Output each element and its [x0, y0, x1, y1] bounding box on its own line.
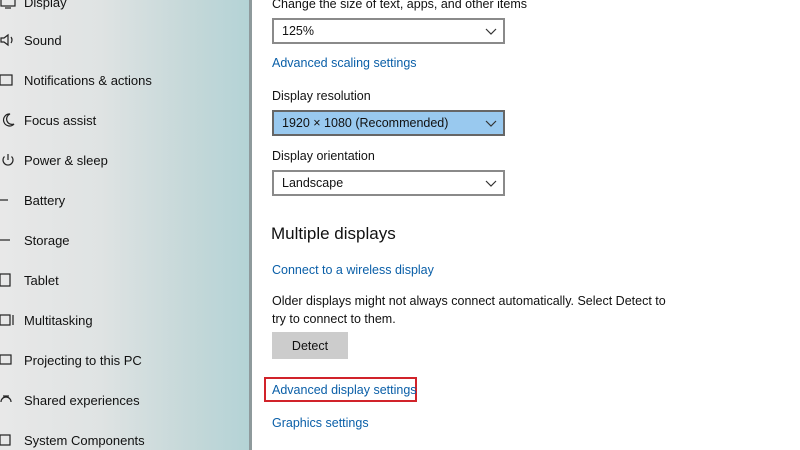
settings-sidebar: Display Sound Notifications & actions Fo…: [0, 0, 252, 450]
sidebar-item-power-sleep[interactable]: Power & sleep: [0, 140, 248, 180]
sidebar-item-label: Tablet: [24, 272, 59, 288]
sidebar-item-label: Storage: [24, 232, 70, 248]
sidebar-item-label: Focus assist: [24, 112, 97, 128]
scale-dropdown[interactable]: 125%: [272, 18, 505, 44]
sidebar-item-label: Notifications & actions: [24, 72, 152, 88]
multitasking-icon: [0, 312, 16, 328]
chevron-down-icon: [485, 28, 497, 35]
sidebar-item-shared-experiences[interactable]: Shared experiences: [0, 380, 248, 420]
components-icon: [0, 432, 16, 448]
chevron-down-icon: [485, 120, 497, 127]
orientation-dropdown[interactable]: Landscape: [272, 170, 505, 196]
graphics-settings-link[interactable]: Graphics settings: [272, 416, 369, 430]
multiple-displays-heading: Multiple displays: [271, 224, 396, 243]
sidebar-item-label: Sound: [24, 32, 62, 48]
sidebar-item-label: Shared experiences: [24, 392, 140, 408]
sidebar-item-label: System Components: [24, 432, 145, 448]
sidebar-item-label: Battery: [24, 192, 66, 208]
projector-icon: [0, 352, 16, 368]
orientation-value: Landscape: [282, 176, 344, 190]
sidebar-item-tablet[interactable]: Tablet: [0, 260, 248, 300]
sidebar-item-storage[interactable]: Storage: [0, 220, 248, 260]
monitor-icon: [0, 0, 16, 10]
sidebar-item-label: Display: [24, 0, 67, 10]
storage-icon: [0, 232, 16, 248]
sidebar-item-system-components[interactable]: System Components: [0, 420, 248, 450]
settings-main-panel: Change the size of text, apps, and other…: [252, 0, 800, 450]
advanced-scaling-link[interactable]: Advanced scaling settings: [272, 56, 417, 70]
moon-icon: [0, 112, 16, 128]
notification-icon: [0, 72, 16, 88]
resolution-label: Display resolution: [272, 89, 371, 103]
tablet-icon: [0, 272, 16, 288]
detect-button[interactable]: Detect: [272, 332, 348, 359]
wireless-display-link[interactable]: Connect to a wireless display: [272, 263, 434, 277]
battery-icon: [0, 192, 16, 208]
resolution-dropdown[interactable]: 1920 × 1080 (Recommended): [272, 110, 505, 136]
advanced-display-settings-link[interactable]: Advanced display settings: [272, 383, 417, 397]
sidebar-item-label: Projecting to this PC: [24, 352, 142, 368]
power-icon: [0, 152, 16, 168]
sidebar-item-notifications[interactable]: Notifications & actions: [0, 60, 248, 100]
sidebar-item-label: Power & sleep: [24, 152, 108, 168]
speaker-icon: [0, 32, 16, 48]
detect-description: Older displays might not always connect …: [272, 294, 666, 326]
sidebar-item-focus-assist[interactable]: Focus assist: [0, 100, 248, 140]
sidebar-item-label: Multitasking: [24, 312, 93, 328]
sidebar-item-projecting[interactable]: Projecting to this PC: [0, 340, 248, 380]
share-icon: [0, 392, 16, 408]
sidebar-item-sound[interactable]: Sound: [0, 20, 248, 60]
sidebar-item-battery[interactable]: Battery: [0, 180, 248, 220]
chevron-down-icon: [485, 180, 497, 187]
scale-label: Change the size of text, apps, and other…: [272, 0, 528, 11]
resolution-value: 1920 × 1080 (Recommended): [282, 116, 449, 130]
sidebar-item-multitasking[interactable]: Multitasking: [0, 300, 248, 340]
orientation-label: Display orientation: [272, 149, 375, 163]
sidebar-item-display[interactable]: Display: [0, 0, 248, 22]
scale-value: 125%: [282, 24, 314, 38]
